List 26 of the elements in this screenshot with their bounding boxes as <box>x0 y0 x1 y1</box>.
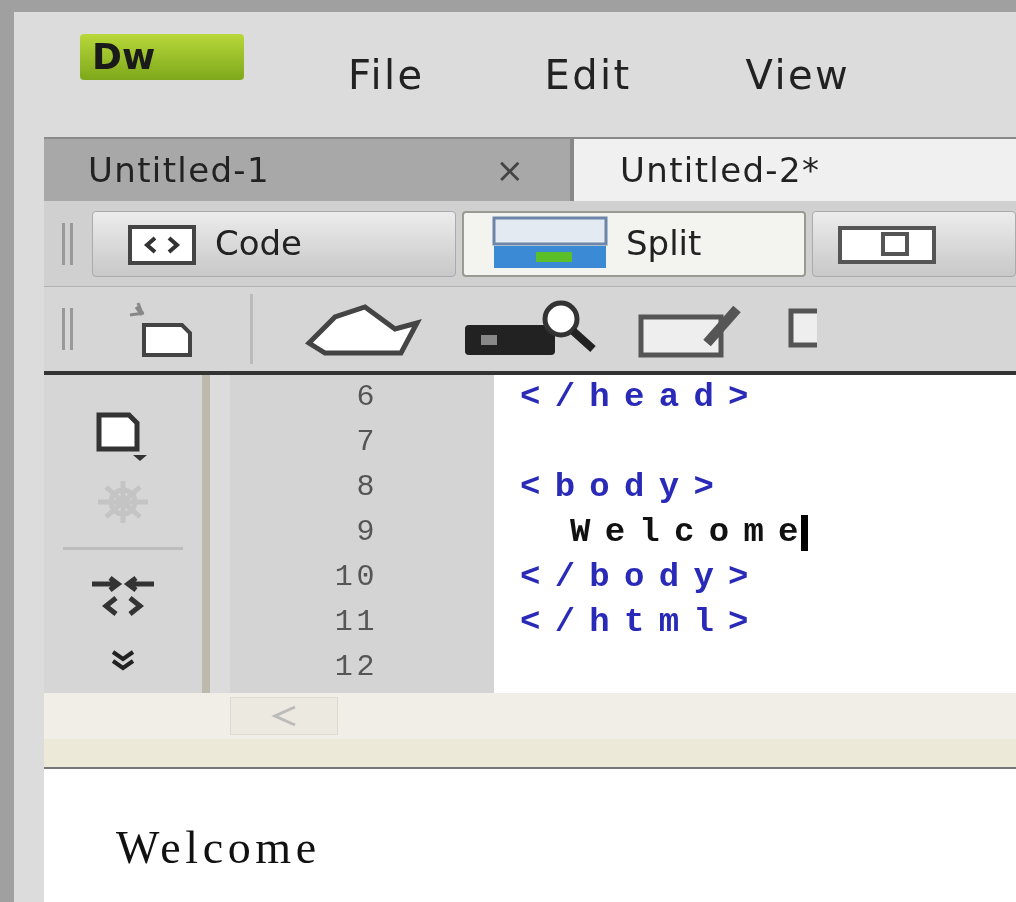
line-number: 6 <box>356 379 378 416</box>
view-mode-button[interactable] <box>812 210 1016 277</box>
code-text: Welcome <box>569 512 813 553</box>
menu-item[interactable]: File <box>348 44 425 105</box>
close-tab-button[interactable]: × <box>495 144 524 196</box>
splitter-bar[interactable] <box>44 739 1016 769</box>
app-logo: Dw <box>80 33 244 80</box>
document-tab[interactable]: Untitled-1 × <box>44 139 574 201</box>
line-number: 12 <box>334 649 378 686</box>
horizontal-scrollbar[interactable] <box>44 693 1016 739</box>
line-number: 8 <box>356 469 378 506</box>
menu-item[interactable]: Edit <box>544 44 632 105</box>
line-number: 7 <box>356 424 378 461</box>
line-number: 10 <box>334 559 378 596</box>
line-number: 9 <box>356 514 378 551</box>
code-text: </body> <box>520 557 763 598</box>
code-text: </head> <box>520 377 763 418</box>
view-mode-button[interactable]: Code <box>92 210 456 277</box>
view-mode-button[interactable]: Split <box>462 210 806 277</box>
design-view-text: Welcome <box>116 821 322 875</box>
code-text: <body> <box>520 467 729 508</box>
menu-item[interactable]: View <box>745 44 851 105</box>
double-chevron-down-icon[interactable] <box>109 648 137 672</box>
line-number: 11 <box>334 604 378 641</box>
document-tab[interactable]: Untitled-2* <box>574 139 1016 201</box>
code-text: </html> <box>520 602 763 643</box>
